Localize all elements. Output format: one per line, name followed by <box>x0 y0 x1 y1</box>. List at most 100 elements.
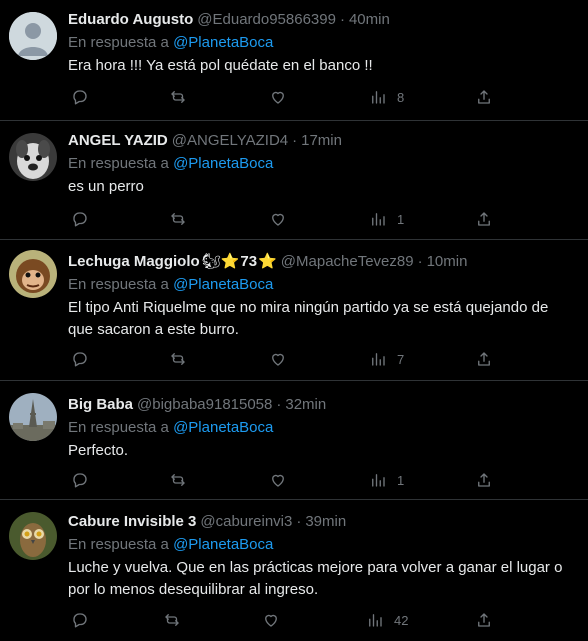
reply-button[interactable] <box>71 470 89 490</box>
author-name[interactable]: Eduardo Augusto <box>68 10 193 30</box>
retweet-icon <box>171 474 185 486</box>
retweet-icon <box>171 213 185 225</box>
reply-context: En respuesta a @PlanetaBoca <box>68 34 274 51</box>
reply-button[interactable] <box>71 87 89 107</box>
action-bar: 7 <box>0 349 588 369</box>
like-button[interactable] <box>269 209 287 229</box>
star-emoji: ⭐ <box>220 253 240 270</box>
mention-link[interactable]: @PlanetaBoca <box>173 419 273 436</box>
timestamp[interactable]: 10min <box>427 252 468 272</box>
tweet[interactable]: Eduardo Augusto @Eduardo95866399 · 40min… <box>0 0 588 121</box>
tweet-text: El tipo Anti Riquelme que no mira ningún… <box>68 299 549 338</box>
reply-context: En respuesta a @PlanetaBoca <box>68 276 274 293</box>
views-count: 42 <box>394 612 409 628</box>
tweet-header: Lechuga Maggiolo 🐿 ⭐ 73 ⭐ @MapacheTevez8… <box>68 252 468 272</box>
reply-feed: Eduardo Augusto @Eduardo95866399 · 40min… <box>0 0 588 641</box>
avatar[interactable] <box>9 512 57 560</box>
retweet-button[interactable] <box>169 349 187 369</box>
timestamp[interactable]: 40min <box>349 10 390 30</box>
avatar[interactable] <box>9 12 57 60</box>
views-button[interactable]: 1 <box>369 470 404 490</box>
heart-icon <box>272 91 284 104</box>
views-button[interactable]: 1 <box>369 209 404 229</box>
reply-icon <box>73 613 87 628</box>
star-emoji: ⭐ <box>258 253 277 270</box>
timestamp[interactable]: 39min <box>305 512 346 532</box>
reply-icon <box>73 212 87 227</box>
author-name[interactable]: Cabure Invisible 3 <box>68 512 196 532</box>
views-count: 7 <box>397 351 405 367</box>
name-number: 73 <box>240 253 258 270</box>
heart-icon <box>272 353 284 366</box>
views-button[interactable]: 8 <box>369 87 404 107</box>
action-bar: 1 <box>0 470 588 490</box>
mention-link[interactable]: @PlanetaBoca <box>173 155 273 172</box>
tweet-text: es un perro <box>68 178 144 195</box>
avatar[interactable] <box>9 393 57 441</box>
author-name[interactable]: ANGEL YAZID <box>68 131 168 151</box>
retweet-icon <box>171 91 185 103</box>
heart-icon <box>265 614 277 627</box>
reply-context: En respuesta a @PlanetaBoca <box>68 419 274 436</box>
like-button[interactable] <box>269 87 287 107</box>
share-icon <box>478 473 490 487</box>
retweet-button[interactable] <box>169 470 187 490</box>
views-count: 1 <box>397 211 405 227</box>
share-button[interactable] <box>475 209 493 229</box>
tweet-text: Era hora !!! Ya está pol quédate en el b… <box>68 57 373 74</box>
retweet-button[interactable] <box>169 209 187 229</box>
reply-icon <box>73 90 87 105</box>
retweet-button[interactable] <box>163 610 181 630</box>
like-button[interactable] <box>269 470 287 490</box>
views-button[interactable]: 7 <box>369 349 404 369</box>
timestamp[interactable]: 32min <box>285 395 326 415</box>
analytics-icon <box>369 614 382 627</box>
dog-photo-icon <box>9 133 57 181</box>
reply-icon <box>73 473 87 488</box>
reply-button[interactable] <box>71 209 89 229</box>
reply-button[interactable] <box>71 610 89 630</box>
author-handle[interactable]: @ANGELYAZID4 <box>172 131 288 151</box>
mention-link[interactable]: @PlanetaBoca <box>173 34 273 51</box>
author-handle[interactable]: @cabureinvi3 <box>200 512 292 532</box>
share-button[interactable] <box>475 470 493 490</box>
reply-context: En respuesta a @PlanetaBoca <box>68 155 274 172</box>
share-button[interactable] <box>475 610 493 630</box>
author-handle[interactable]: @bigbaba91815058 <box>137 395 272 415</box>
share-icon <box>478 352 490 366</box>
views-button[interactable]: 42 <box>366 610 408 630</box>
share-icon <box>478 90 490 104</box>
monkey-photo-icon <box>9 250 57 298</box>
timestamp[interactable]: 17min <box>301 131 342 151</box>
heart-icon <box>272 213 284 226</box>
tweet[interactable]: Big Baba @bigbaba91815058 · 32min En res… <box>0 381 588 500</box>
action-bar: 8 <box>0 87 588 107</box>
author-handle[interactable]: @MapacheTevez89 <box>281 252 414 272</box>
share-button[interactable] <box>475 349 493 369</box>
author-handle[interactable]: @Eduardo95866399 <box>197 10 336 30</box>
tower-photo-icon <box>9 393 57 441</box>
author-name[interactable]: Lechuga Maggiolo <box>68 252 200 272</box>
tweet[interactable]: ANGEL YAZID @ANGELYAZID4 · 17min En resp… <box>0 121 588 240</box>
avatar[interactable] <box>9 133 57 181</box>
avatar[interactable] <box>9 250 57 298</box>
retweet-button[interactable] <box>169 87 187 107</box>
tweet-header: ANGEL YAZID @ANGELYAZID4 · 17min <box>68 131 342 151</box>
mention-link[interactable]: @PlanetaBoca <box>173 536 273 553</box>
mention-link[interactable]: @PlanetaBoca <box>173 276 273 293</box>
action-bar: 1 <box>0 209 588 229</box>
views-count: 8 <box>397 89 405 105</box>
like-button[interactable] <box>269 349 287 369</box>
tweet-header: Big Baba @bigbaba91815058 · 32min <box>68 395 327 415</box>
retweet-icon <box>171 353 185 365</box>
share-button[interactable] <box>475 87 493 107</box>
retweet-icon <box>165 614 179 626</box>
heart-icon <box>272 474 284 487</box>
author-name[interactable]: Big Baba <box>68 395 133 415</box>
like-button[interactable] <box>262 610 280 630</box>
share-icon <box>478 613 490 627</box>
tweet-header: Cabure Invisible 3 @cabureinvi3 · 39min <box>68 512 347 532</box>
tweet[interactable]: Cabure Invisible 3 @cabureinvi3 · 39min … <box>0 500 588 641</box>
tweet[interactable]: Lechuga Maggiolo 🐿 ⭐ 73 ⭐ @MapacheTevez8… <box>0 240 588 381</box>
reply-button[interactable] <box>71 349 89 369</box>
